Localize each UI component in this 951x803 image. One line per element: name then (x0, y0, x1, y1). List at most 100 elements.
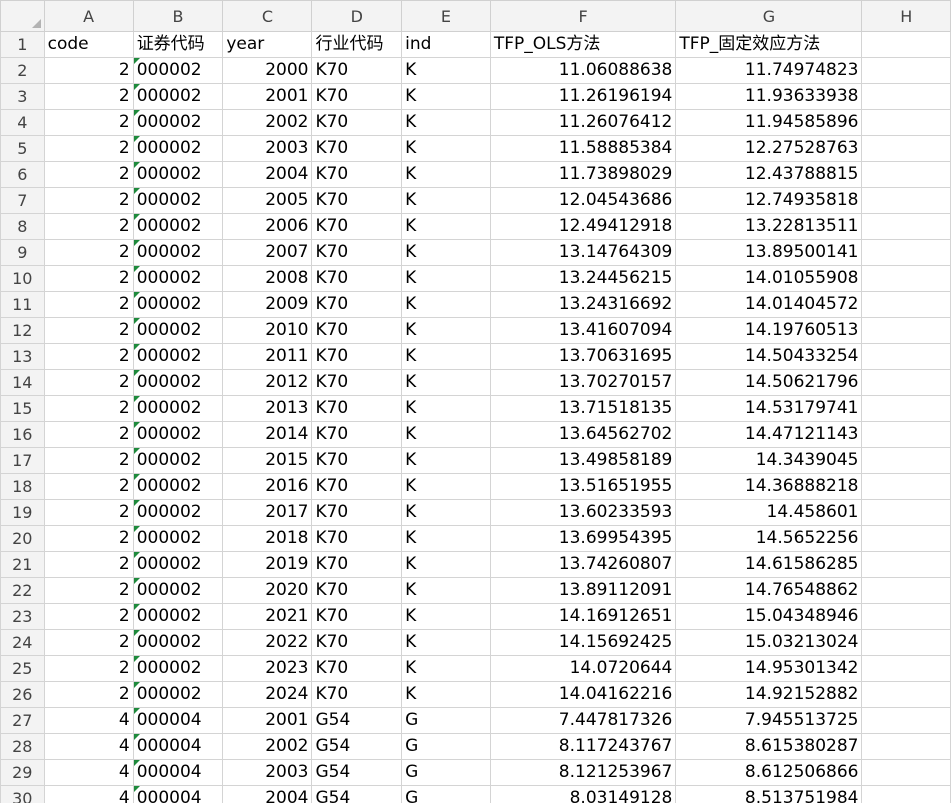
cell-ind[interactable]: K (401, 187, 491, 214)
cell-industry-code[interactable]: K70 (311, 109, 403, 136)
cell-year[interactable]: 2004 (222, 161, 313, 188)
cell-security-code[interactable]: 000002 (132, 57, 224, 84)
cell-ind[interactable]: K (401, 83, 491, 110)
cell-tfp-fe[interactable]: 14.3439045 (675, 447, 863, 474)
cell-code[interactable]: 2 (43, 239, 134, 266)
cell-ind[interactable]: K (401, 135, 491, 162)
cell-security-code[interactable]: 000002 (132, 317, 224, 344)
cell-industry-code[interactable]: G54 (311, 733, 403, 760)
cell-code[interactable]: 2 (43, 317, 134, 344)
column-header-a[interactable]: A (43, 0, 134, 32)
cell-industry-code[interactable]: K70 (311, 265, 403, 292)
cell-security-code[interactable]: 000002 (132, 213, 224, 240)
cell-ind[interactable]: K (401, 265, 491, 292)
cell-empty[interactable] (861, 317, 951, 344)
cell-industry-code[interactable]: K70 (311, 161, 403, 188)
cell-tfp-fe[interactable]: 14.458601 (675, 499, 863, 526)
cell-year[interactable]: 2010 (222, 317, 313, 344)
cell-tfp-fe[interactable]: 8.513751984 (675, 785, 863, 803)
cell-code[interactable]: 4 (43, 733, 134, 760)
cell-empty[interactable] (861, 733, 951, 760)
cell-security-code[interactable]: 000004 (132, 785, 224, 803)
cell-ind[interactable]: K (401, 499, 491, 526)
cell-code[interactable]: 4 (43, 785, 134, 803)
cell-empty[interactable] (861, 213, 951, 240)
cell-header-code[interactable]: code (43, 31, 134, 58)
cell-security-code[interactable]: 000002 (132, 187, 224, 214)
cell-tfp-fe[interactable]: 14.01055908 (675, 265, 863, 292)
cell-code[interactable]: 2 (43, 161, 134, 188)
cell-security-code[interactable]: 000002 (132, 421, 224, 448)
row-header[interactable]: 15 (0, 395, 45, 422)
cell-ind[interactable]: K (401, 681, 491, 708)
cell-industry-code[interactable]: K70 (311, 447, 403, 474)
cell-year[interactable]: 2012 (222, 369, 313, 396)
cell-security-code[interactable]: 000002 (132, 655, 224, 682)
cell-ind[interactable]: K (401, 57, 491, 84)
cell-security-code[interactable]: 000002 (132, 473, 224, 500)
cell-year[interactable]: 2018 (222, 525, 313, 552)
cell-year[interactable]: 2009 (222, 291, 313, 318)
cell-ind[interactable]: K (401, 577, 491, 604)
cell-industry-code[interactable]: K70 (311, 551, 403, 578)
cell-industry-code[interactable]: G54 (311, 707, 403, 734)
cell-tfp-fe[interactable]: 14.01404572 (675, 291, 863, 318)
cell-tfp-fe[interactable]: 14.95301342 (675, 655, 863, 682)
cell-tfp-fe[interactable]: 8.615380287 (675, 733, 863, 760)
cell-code[interactable]: 2 (43, 291, 134, 318)
cell-code[interactable]: 2 (43, 395, 134, 422)
cell-tfp-ols[interactable]: 14.04162216 (489, 681, 677, 708)
cell-empty[interactable] (861, 499, 951, 526)
cell-tfp-fe[interactable]: 11.93633938 (675, 83, 863, 110)
row-header[interactable]: 18 (0, 473, 45, 500)
column-header-g[interactable]: G (675, 0, 863, 32)
column-header-e[interactable]: E (401, 0, 491, 32)
cell-ind[interactable]: G (401, 733, 491, 760)
cell-security-code[interactable]: 000002 (132, 551, 224, 578)
cell-code[interactable]: 2 (43, 57, 134, 84)
cell-tfp-fe[interactable]: 11.74974823 (675, 57, 863, 84)
cell-tfp-ols[interactable]: 13.24316692 (489, 291, 677, 318)
cell-industry-code[interactable]: K70 (311, 213, 403, 240)
cell-industry-code[interactable]: K70 (311, 681, 403, 708)
row-header[interactable]: 22 (0, 577, 45, 604)
row-header[interactable]: 16 (0, 421, 45, 448)
cell-year[interactable]: 2007 (222, 239, 313, 266)
cell-tfp-ols[interactable]: 8.121253967 (489, 759, 677, 786)
row-header[interactable]: 19 (0, 499, 45, 526)
cell-security-code[interactable]: 000004 (132, 759, 224, 786)
cell-industry-code[interactable]: K70 (311, 629, 403, 656)
row-header[interactable]: 14 (0, 369, 45, 396)
row-header[interactable]: 7 (0, 187, 45, 214)
cell-security-code[interactable]: 000002 (132, 161, 224, 188)
cell-year[interactable]: 2002 (222, 733, 313, 760)
cell-code[interactable]: 2 (43, 681, 134, 708)
cell-industry-code[interactable]: K70 (311, 395, 403, 422)
row-header[interactable]: 30 (0, 785, 45, 803)
cell-ind[interactable]: K (401, 291, 491, 318)
cell-code[interactable]: 2 (43, 551, 134, 578)
cell-tfp-fe[interactable]: 14.47121143 (675, 421, 863, 448)
cell-tfp-ols[interactable]: 13.60233593 (489, 499, 677, 526)
cell-empty[interactable] (861, 239, 951, 266)
cell-tfp-ols[interactable]: 11.26076412 (489, 109, 677, 136)
cell-empty[interactable] (861, 395, 951, 422)
cell-ind[interactable]: K (401, 655, 491, 682)
cell-empty[interactable] (861, 291, 951, 318)
cell-code[interactable]: 4 (43, 707, 134, 734)
cell-year[interactable]: 2014 (222, 421, 313, 448)
cell-empty[interactable] (861, 447, 951, 474)
cell-industry-code[interactable]: K70 (311, 291, 403, 318)
cell-industry-code[interactable]: K70 (311, 317, 403, 344)
row-header[interactable]: 11 (0, 291, 45, 318)
cell-industry-code[interactable]: K70 (311, 369, 403, 396)
row-header[interactable]: 1 (0, 31, 45, 58)
cell-tfp-fe[interactable]: 14.53179741 (675, 395, 863, 422)
cell-code[interactable]: 2 (43, 187, 134, 214)
row-header[interactable]: 4 (0, 109, 45, 136)
cell-empty[interactable] (861, 109, 951, 136)
row-header[interactable]: 27 (0, 707, 45, 734)
cell-header-tfp-ols[interactable]: TFP_OLS方法 (489, 31, 677, 58)
cell-year[interactable]: 2011 (222, 343, 313, 370)
cell-industry-code[interactable]: K70 (311, 655, 403, 682)
